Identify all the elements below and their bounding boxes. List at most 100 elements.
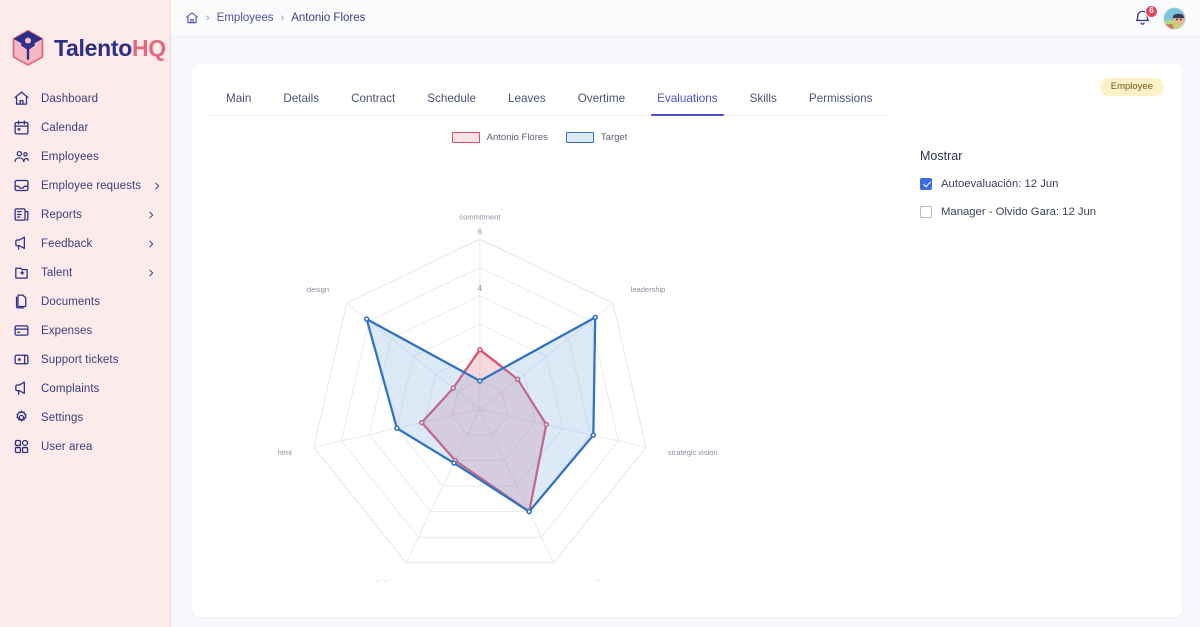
breadcrumb: › Employees › Antonio Flores xyxy=(185,11,365,25)
svg-text:comunication: comunication xyxy=(564,579,608,582)
svg-text:leadership: leadership xyxy=(631,285,666,294)
avatar[interactable] xyxy=(1163,7,1186,30)
brand-logo[interactable]: TalentoHQ xyxy=(0,0,170,72)
status-badge: Employee xyxy=(1100,78,1164,96)
sidebar-item-support-tickets[interactable]: Support tickets xyxy=(0,345,170,374)
svg-text:html: html xyxy=(278,448,293,457)
tab-evaluations[interactable]: Evaluations xyxy=(641,93,733,115)
sidebar-item-talent[interactable]: Talent xyxy=(0,258,170,287)
svg-text:design: design xyxy=(307,285,329,294)
breadcrumb-employees[interactable]: Employees xyxy=(217,12,274,24)
radar-chart-panel: Antonio Flores Target 4 6 commitment leader… xyxy=(192,116,907,617)
talentohq-logo-icon xyxy=(10,29,46,67)
legend-label: Antonio Flores xyxy=(487,132,548,143)
radar-chart[interactable]: 4 6 commitment leadership strategic vision co… xyxy=(192,152,907,582)
card-icon xyxy=(12,322,30,340)
sidebar-item-label: User area xyxy=(41,441,92,453)
svg-text:negotiation: negotiation xyxy=(359,579,396,582)
sidebar-nav: Dashboard Calendar Employees Employee re… xyxy=(0,84,170,461)
sidebar-item-employees[interactable]: Employees xyxy=(0,142,170,171)
legend-item-series0[interactable]: Antonio Flores xyxy=(452,132,548,143)
topbar-actions: 6 xyxy=(1133,7,1186,30)
card-body: Antonio Flores Target 4 6 commitment leader… xyxy=(192,116,1182,617)
home-icon[interactable] xyxy=(185,11,199,25)
tabs: Main Details Contract Schedule Leaves Ov… xyxy=(210,93,889,116)
main-area: › Employees › Antonio Flores 6 xyxy=(171,0,1200,627)
calendar-icon xyxy=(12,119,30,137)
breadcrumb-separator: › xyxy=(281,13,285,24)
tab-skills[interactable]: Skills xyxy=(734,93,793,115)
folder-plus-icon xyxy=(12,264,30,282)
checkbox-label: Autoevaluación: 12 Jun xyxy=(941,178,1058,190)
employee-detail-card: Main Details Contract Schedule Leaves Ov… xyxy=(192,64,1182,617)
checkbox-label: Manager - Olvido Gara: 12 Jun xyxy=(941,206,1096,218)
sidebar-item-documents[interactable]: Documents xyxy=(0,287,170,316)
gear-icon xyxy=(12,409,30,427)
svg-text:4: 4 xyxy=(478,284,483,293)
sidebar-item-label: Expenses xyxy=(41,325,92,337)
sidebar-item-label: Settings xyxy=(41,412,83,424)
report-icon xyxy=(12,206,30,224)
documents-icon xyxy=(12,293,30,311)
tab-contract[interactable]: Contract xyxy=(335,93,411,115)
tab-permissions[interactable]: Permissions xyxy=(793,93,889,115)
legend-swatch-icon xyxy=(452,132,480,143)
sidebar-item-reports[interactable]: Reports xyxy=(0,200,170,229)
sidebar-item-employee-requests[interactable]: Employee requests xyxy=(0,171,170,200)
sidebar-item-label: Complaints xyxy=(41,383,100,395)
breadcrumb-separator: › xyxy=(206,13,210,24)
home-icon xyxy=(12,90,30,108)
breadcrumb-current: Antonio Flores xyxy=(291,12,365,24)
brand-name: TalentoHQ xyxy=(54,37,166,60)
sidebar-item-label: Documents xyxy=(41,296,100,308)
checkbox-row-manager[interactable]: Manager - Olvido Gara: 12 Jun xyxy=(920,206,1162,218)
ticket-icon xyxy=(12,351,30,369)
tab-overtime[interactable]: Overtime xyxy=(562,93,641,115)
checkbox-icon[interactable] xyxy=(920,178,932,190)
people-icon xyxy=(12,148,30,166)
app-root: TalentoHQ Dashboard Calendar Employees E… xyxy=(0,0,1200,627)
notification-badge: 6 xyxy=(1145,5,1158,18)
brand-name-part1: Talento xyxy=(54,35,132,61)
brand-name-part2: HQ xyxy=(132,35,166,61)
sidebar-item-label: Reports xyxy=(41,209,82,221)
mostrar-panel: Mostrar Autoevaluación: 12 Jun Manager -… xyxy=(907,116,1182,617)
sidebar-item-label: Employees xyxy=(41,151,99,163)
svg-text:commitment: commitment xyxy=(459,212,501,221)
sidebar-item-user-area[interactable]: User area xyxy=(0,432,170,461)
checkbox-row-autoevaluacion[interactable]: Autoevaluación: 12 Jun xyxy=(920,178,1162,190)
tabs-row: Main Details Contract Schedule Leaves Ov… xyxy=(192,64,1182,116)
sidebar-item-label: Employee requests xyxy=(41,180,141,192)
sidebar-item-label: Talent xyxy=(41,267,72,279)
sidebar-item-calendar[interactable]: Calendar xyxy=(0,113,170,142)
topbar: › Employees › Antonio Flores 6 xyxy=(171,0,1200,37)
notifications-button[interactable]: 6 xyxy=(1133,9,1152,28)
sidebar-item-label: Feedback xyxy=(41,238,92,250)
legend-item-series1[interactable]: Target xyxy=(566,132,627,143)
sidebar-item-label: Support tickets xyxy=(41,354,119,366)
megaphone-icon xyxy=(12,380,30,398)
checkbox-icon[interactable] xyxy=(920,206,932,218)
sidebar-item-expenses[interactable]: Expenses xyxy=(0,316,170,345)
tab-schedule[interactable]: Schedule xyxy=(411,93,492,115)
sidebar: TalentoHQ Dashboard Calendar Employees E… xyxy=(0,0,171,627)
sidebar-item-label: Calendar xyxy=(41,122,88,134)
sidebar-item-complaints[interactable]: Complaints xyxy=(0,374,170,403)
sidebar-item-label: Dashboard xyxy=(41,93,98,105)
inbox-icon xyxy=(12,177,30,195)
tab-main[interactable]: Main xyxy=(210,93,267,115)
svg-text:6: 6 xyxy=(478,227,483,236)
sidebar-item-dashboard[interactable]: Dashboard xyxy=(0,84,170,113)
sidebar-item-feedback[interactable]: Feedback xyxy=(0,229,170,258)
content-area: Main Details Contract Schedule Leaves Ov… xyxy=(171,37,1200,627)
chevron-right-icon xyxy=(152,181,162,191)
panel-title: Mostrar xyxy=(920,149,1162,163)
tab-leaves[interactable]: Leaves xyxy=(492,93,562,115)
tab-details[interactable]: Details xyxy=(267,93,335,115)
chevron-right-icon xyxy=(146,268,156,278)
chevron-right-icon xyxy=(146,239,156,249)
svg-text:strategic vision: strategic vision xyxy=(668,448,718,457)
chart-legend: Antonio Flores Target xyxy=(192,116,907,143)
sidebar-item-settings[interactable]: Settings xyxy=(0,403,170,432)
chevron-right-icon xyxy=(146,210,156,220)
